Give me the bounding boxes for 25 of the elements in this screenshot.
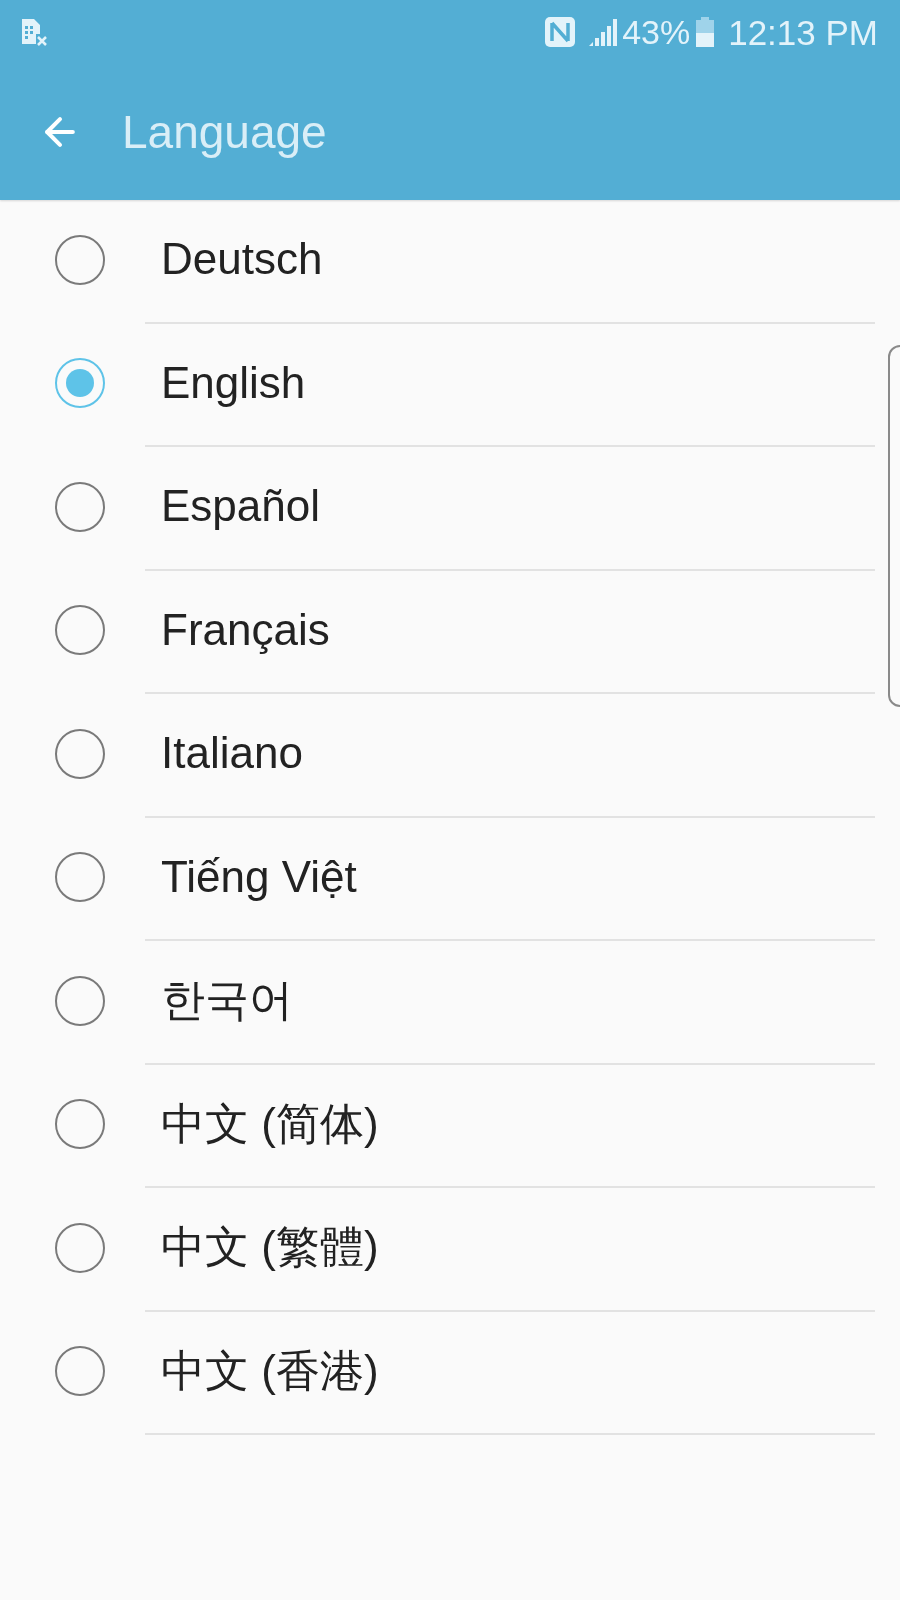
language-label[interactable]: Français bbox=[161, 601, 330, 657]
language-label[interactable]: Deutsch bbox=[161, 231, 323, 287]
language-label[interactable]: 한국어 bbox=[161, 972, 293, 1028]
language-label[interactable]: 中文 (繁體) bbox=[161, 1219, 379, 1275]
language-label[interactable]: 中文 (简体) bbox=[161, 1095, 379, 1151]
radio-button[interactable] bbox=[55, 605, 105, 656]
radio-button[interactable] bbox=[55, 975, 105, 1026]
battery-icon bbox=[696, 17, 715, 47]
nfc-icon bbox=[544, 16, 577, 48]
language-label[interactable]: Español bbox=[161, 478, 320, 534]
language-label[interactable]: English bbox=[161, 354, 306, 410]
signal-bars-icon bbox=[588, 17, 619, 47]
radio-button[interactable] bbox=[55, 358, 105, 409]
radio-button[interactable] bbox=[55, 234, 105, 285]
radio-button[interactable] bbox=[55, 1346, 105, 1397]
radio-button[interactable] bbox=[55, 1099, 105, 1150]
radio-button[interactable] bbox=[55, 1222, 105, 1273]
radio-button[interactable] bbox=[55, 481, 105, 532]
language-label[interactable]: 中文 (香港) bbox=[161, 1342, 379, 1398]
language-label[interactable]: Tiếng Việt bbox=[161, 848, 357, 904]
radio-button[interactable] bbox=[55, 852, 105, 903]
clock-time: 12:13 PM bbox=[728, 14, 878, 50]
battery-percent: 43% bbox=[622, 15, 691, 49]
language-label[interactable]: Italiano bbox=[161, 725, 303, 781]
radio-button[interactable] bbox=[55, 728, 105, 779]
